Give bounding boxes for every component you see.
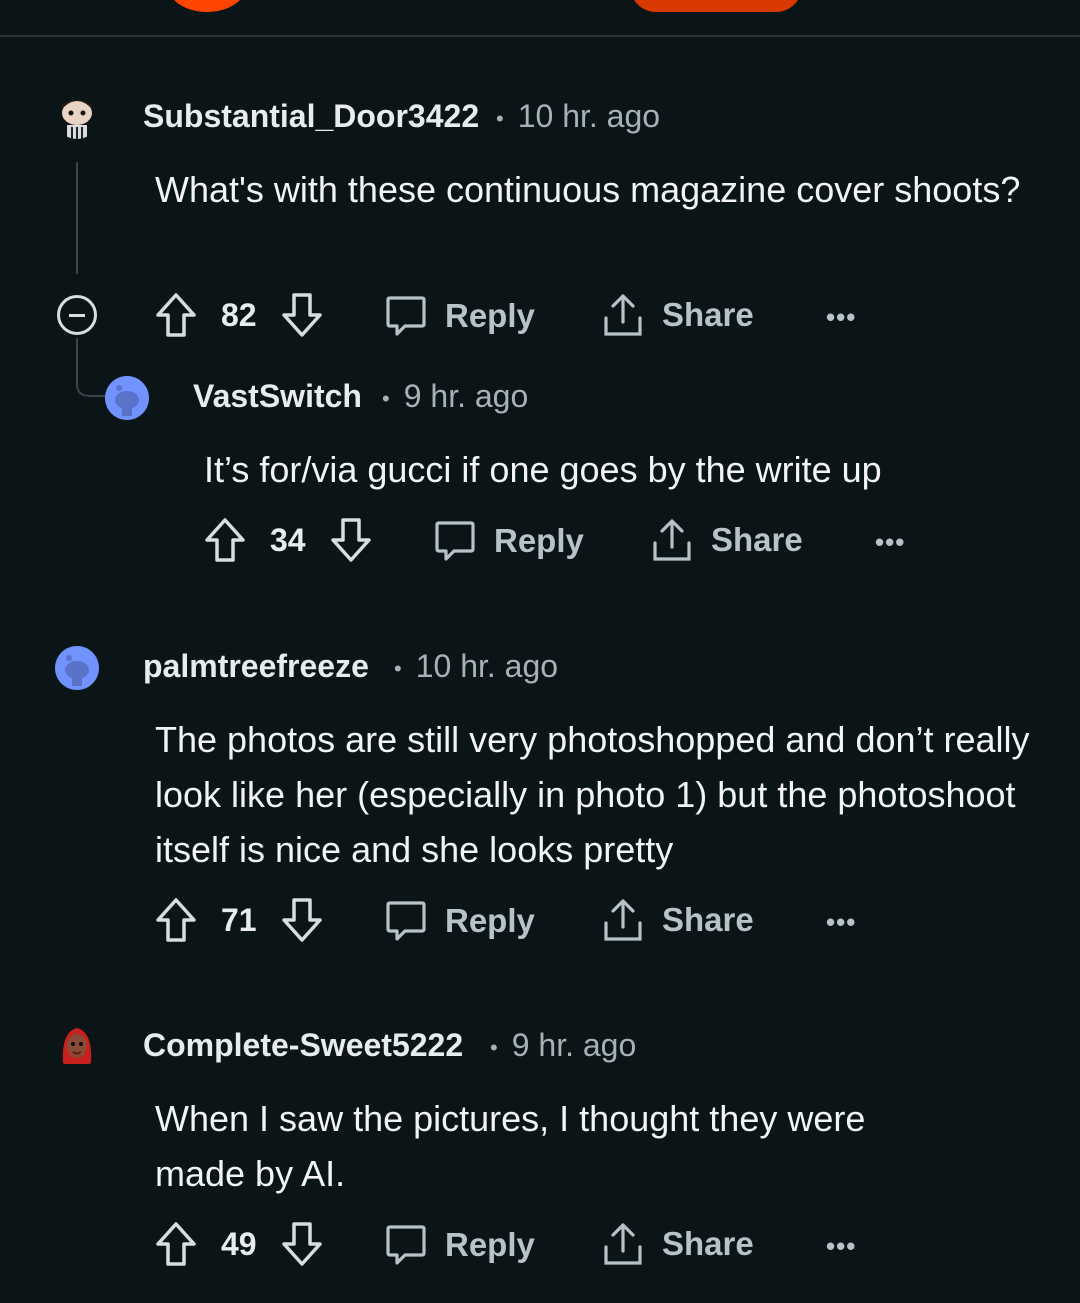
vote-group: 71 — [155, 897, 323, 943]
reply-icon — [386, 901, 426, 941]
share-icon — [604, 294, 642, 336]
upvote-icon[interactable] — [204, 517, 246, 563]
more-options-icon[interactable]: ••• — [826, 302, 856, 333]
share-button[interactable]: Share — [651, 517, 803, 563]
collapse-thread-icon[interactable] — [57, 295, 97, 335]
share-label: Share — [662, 901, 754, 938]
more-options-icon[interactable]: ••• — [826, 907, 856, 938]
upvote-icon[interactable] — [155, 292, 197, 338]
more-options-icon[interactable]: ••• — [875, 527, 905, 558]
timestamp-text: 10 hr. ago — [517, 98, 661, 134]
timestamp-text: 10 hr. ago — [415, 648, 559, 684]
comment-timestamp: • 10 hr. ago — [496, 98, 660, 135]
partial-orange-button[interactable] — [168, 0, 246, 12]
reply-label: Reply — [445, 902, 535, 939]
downvote-icon[interactable] — [281, 897, 323, 943]
reply-button[interactable]: Reply — [385, 899, 535, 943]
comment-username[interactable]: Substantial_Door3422 — [143, 98, 479, 135]
downvote-icon[interactable] — [330, 517, 372, 563]
upvote-icon[interactable] — [155, 897, 197, 943]
vote-count: 34 — [270, 521, 306, 558]
share-button[interactable]: Share — [602, 897, 754, 943]
comment-timestamp: • 10 hr. ago — [394, 648, 558, 685]
comment-timestamp: • 9 hr. ago — [490, 1027, 636, 1064]
separator-dot: • — [496, 105, 504, 131]
reply-button[interactable]: Reply — [434, 519, 584, 563]
share-button[interactable]: Share — [602, 292, 754, 338]
downvote-icon[interactable] — [281, 292, 323, 338]
snoo-avatar-icon — [62, 1028, 92, 1064]
partial-orange-pill-button[interactable] — [630, 0, 802, 12]
share-label: Share — [662, 1225, 754, 1262]
user-avatar[interactable] — [55, 1024, 99, 1068]
timestamp-text: 9 hr. ago — [403, 378, 529, 414]
default-snoo-icon — [105, 376, 149, 420]
separator-dot: • — [490, 1034, 498, 1060]
reply-icon — [386, 296, 426, 336]
vote-count: 71 — [221, 901, 257, 938]
vote-group: 82 — [155, 292, 323, 338]
share-button[interactable]: Share — [602, 1221, 754, 1267]
thread-line[interactable] — [76, 162, 78, 274]
reply-button[interactable]: Reply — [385, 1223, 535, 1267]
comment-body: The photos are still very photoshopped a… — [155, 719, 1030, 870]
more-options-icon[interactable]: ••• — [826, 1231, 856, 1262]
comment-username[interactable]: Complete-Sweet5222 — [143, 1027, 463, 1064]
section-divider — [0, 35, 1080, 37]
reply-label: Reply — [445, 297, 535, 334]
default-snoo-icon — [55, 646, 99, 690]
reply-label: Reply — [445, 1226, 535, 1263]
user-avatar[interactable] — [105, 376, 149, 420]
share-icon — [653, 519, 691, 561]
separator-dot: • — [394, 655, 402, 681]
vote-count: 49 — [221, 1225, 257, 1262]
vote-group: 49 — [155, 1221, 323, 1267]
user-avatar[interactable] — [55, 646, 99, 690]
reply-label: Reply — [494, 522, 584, 559]
previous-content-edge — [0, 0, 1080, 36]
share-icon — [604, 1223, 642, 1265]
downvote-icon[interactable] — [281, 1221, 323, 1267]
comment-timestamp: • 9 hr. ago — [382, 378, 528, 415]
upvote-icon[interactable] — [155, 1221, 197, 1267]
share-icon — [604, 899, 642, 941]
share-label: Share — [662, 296, 754, 333]
comment-body: When I saw the pictures, I thought they … — [155, 1098, 866, 1194]
comment-body: What's with these continuous magazine co… — [155, 169, 1021, 210]
snoo-avatar-icon — [62, 100, 92, 139]
comment-username[interactable]: palmtreefreeze — [143, 648, 369, 685]
share-label: Share — [711, 521, 803, 558]
thread-branch-line — [76, 338, 106, 397]
comment-body: It’s for/via gucci if one goes by the wr… — [204, 449, 882, 490]
timestamp-text: 9 hr. ago — [511, 1027, 637, 1063]
user-avatar[interactable] — [55, 95, 99, 139]
vote-count: 82 — [221, 296, 257, 333]
reply-icon — [386, 1225, 426, 1265]
separator-dot: • — [382, 385, 390, 411]
vote-group: 34 — [204, 517, 372, 563]
reply-button[interactable]: Reply — [385, 294, 535, 338]
reply-icon — [435, 521, 475, 561]
comment-username[interactable]: VastSwitch — [193, 378, 362, 415]
